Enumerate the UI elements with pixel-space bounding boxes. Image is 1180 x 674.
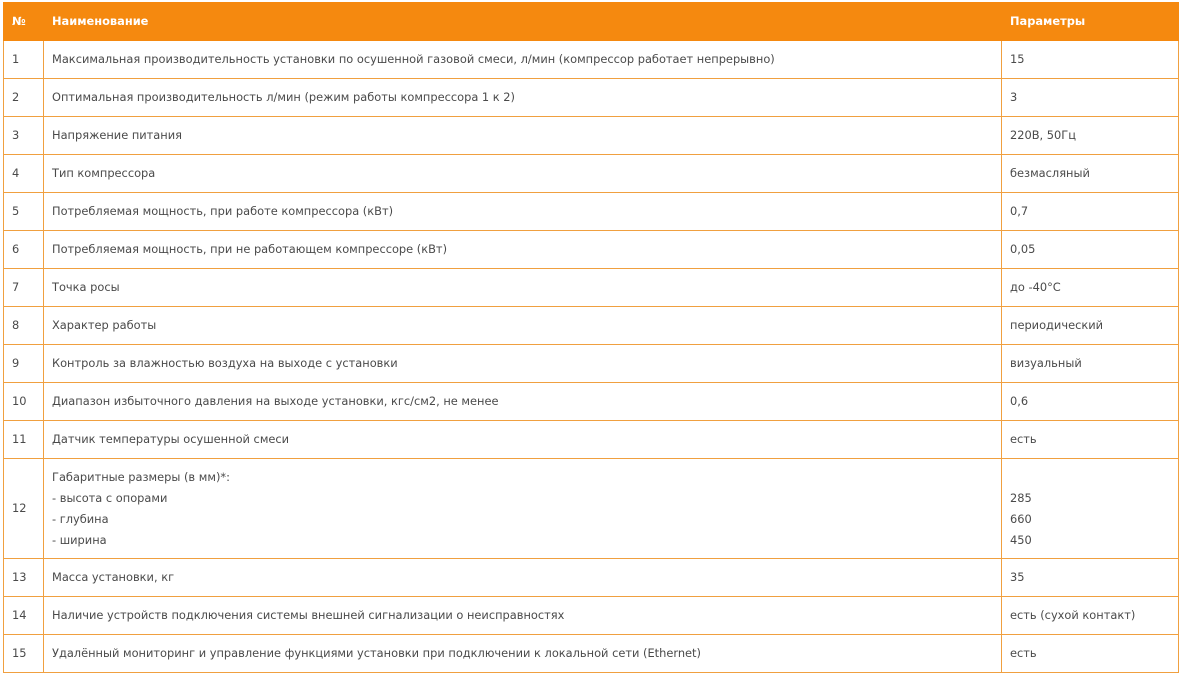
row-parameter: 220В, 50Гц: [1001, 116, 1179, 155]
row-name: Габаритные размеры (в мм)*: - высота с о…: [43, 458, 1002, 559]
row-number: 10: [3, 382, 44, 421]
table-row: 15 Удалённый мониторинг и управление фун…: [3, 634, 1179, 673]
table-row: 6 Потребляемая мощность, при не работающ…: [3, 230, 1179, 269]
specifications-table: № Наименование Параметры 1 Максимальная …: [3, 2, 1179, 673]
row-number: 1: [3, 40, 44, 79]
row-number: 3: [3, 116, 44, 155]
row-parameter: 0,05: [1001, 230, 1179, 269]
row-parameter: есть: [1001, 420, 1179, 459]
dimensions-title: Габаритные размеры (в мм)*:: [52, 469, 230, 484]
row-parameter: визуальный: [1001, 344, 1179, 383]
header-parameters: Параметры: [1001, 2, 1179, 41]
row-parameter: 0,6: [1001, 382, 1179, 421]
row-parameter: до -40°С: [1001, 268, 1179, 307]
table-header-row: № Наименование Параметры: [3, 2, 1179, 41]
row-number: 6: [3, 230, 44, 269]
row-parameter: 15: [1001, 40, 1179, 79]
table-body: 1 Максимальная производительность устано…: [3, 40, 1179, 673]
table-row: 4 Тип компрессора безмасляный: [3, 154, 1179, 193]
row-number: 14: [3, 596, 44, 635]
row-name: Наличие устройств подключения системы вн…: [43, 596, 1002, 635]
row-number: 5: [3, 192, 44, 231]
row-number: 2: [3, 78, 44, 117]
row-name: Диапазон избыточного давления на выходе …: [43, 382, 1002, 421]
header-name: Наименование: [43, 2, 1002, 41]
table-header: № Наименование Параметры: [3, 2, 1179, 41]
table-row: 8 Характер работы периодический: [3, 306, 1179, 345]
dimension-value-height: 285: [1010, 490, 1032, 505]
row-name: Характер работы: [43, 306, 1002, 345]
row-name: Оптимальная производительность л/мин (ре…: [43, 78, 1002, 117]
row-name: Потребляемая мощность, при работе компре…: [43, 192, 1002, 231]
table-row: 1 Максимальная производительность устано…: [3, 40, 1179, 79]
row-parameter: 35: [1001, 558, 1179, 597]
row-name: Точка росы: [43, 268, 1002, 307]
table-row: 3 Напряжение питания 220В, 50Гц: [3, 116, 1179, 155]
row-number: 4: [3, 154, 44, 193]
row-parameter: есть (сухой контакт): [1001, 596, 1179, 635]
dimension-label-depth: - глубина: [52, 511, 109, 526]
table-row: 2 Оптимальная производительность л/мин (…: [3, 78, 1179, 117]
dimension-value-depth: 660: [1010, 511, 1032, 526]
row-parameter: 3: [1001, 78, 1179, 117]
row-number: 12: [3, 458, 44, 559]
table-row: 11 Датчик температуры осушенной смеси ес…: [3, 420, 1179, 459]
row-parameter: 285 660 450: [1001, 458, 1179, 559]
row-name: Максимальная производительность установк…: [43, 40, 1002, 79]
row-number: 11: [3, 420, 44, 459]
table-row: 14 Наличие устройств подключения системы…: [3, 596, 1179, 635]
row-parameter: периодический: [1001, 306, 1179, 345]
row-parameter: 0,7: [1001, 192, 1179, 231]
table-row: 5 Потребляемая мощность, при работе комп…: [3, 192, 1179, 231]
row-name: Контроль за влажностью воздуха на выходе…: [43, 344, 1002, 383]
row-name: Тип компрессора: [43, 154, 1002, 193]
row-number: 15: [3, 634, 44, 673]
row-number: 13: [3, 558, 44, 597]
dimension-label-height: - высота с опорами: [52, 490, 168, 505]
row-number: 7: [3, 268, 44, 307]
row-parameter: есть: [1001, 634, 1179, 673]
row-name: Напряжение питания: [43, 116, 1002, 155]
row-name: Датчик температуры осушенной смеси: [43, 420, 1002, 459]
row-number: 9: [3, 344, 44, 383]
table-row: 9 Контроль за влажностью воздуха на выхо…: [3, 344, 1179, 383]
table-row: 7 Точка росы до -40°С: [3, 268, 1179, 307]
header-number: №: [3, 2, 44, 41]
row-name: Масса установки, кг: [43, 558, 1002, 597]
table-row: 12 Габаритные размеры (в мм)*: - высота …: [3, 458, 1179, 559]
dimension-value-width: 450: [1010, 532, 1032, 547]
row-name: Удалённый мониторинг и управление функци…: [43, 634, 1002, 673]
dimension-label-width: - ширина: [52, 532, 107, 547]
table-row: 10 Диапазон избыточного давления на выхо…: [3, 382, 1179, 421]
row-number: 8: [3, 306, 44, 345]
row-name: Потребляемая мощность, при не работающем…: [43, 230, 1002, 269]
table-row: 13 Масса установки, кг 35: [3, 558, 1179, 597]
row-parameter: безмасляный: [1001, 154, 1179, 193]
